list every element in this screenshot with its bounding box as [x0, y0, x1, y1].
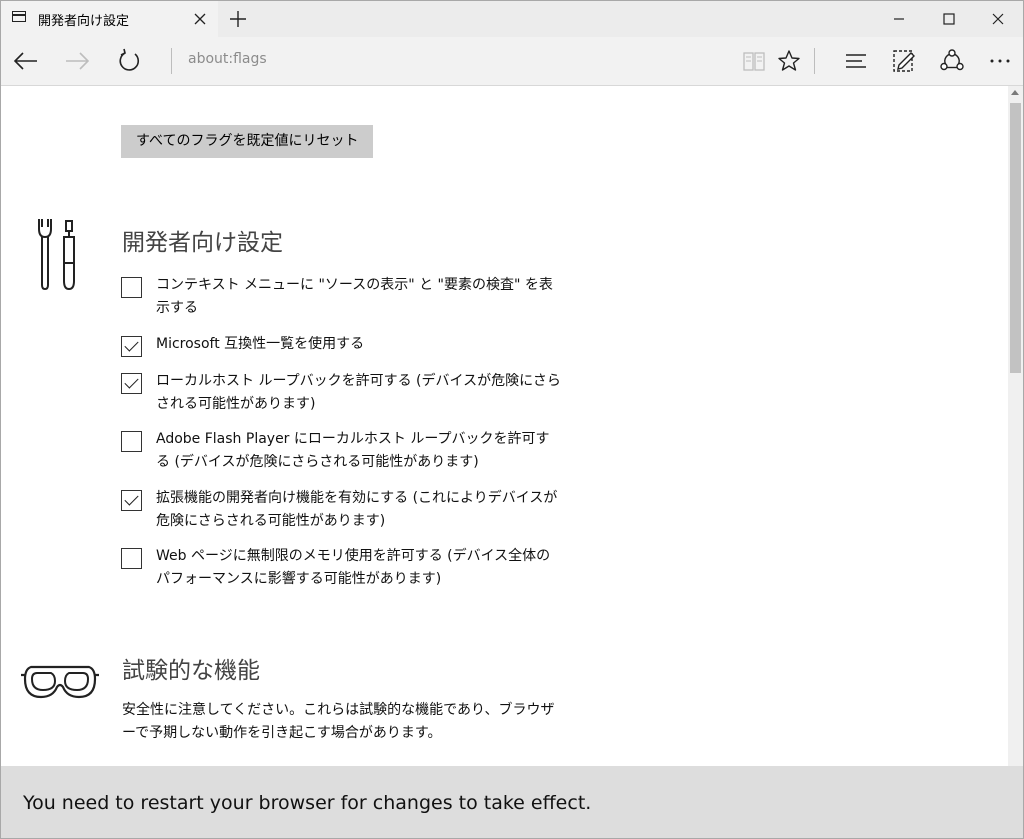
address-bar[interactable]: about:flags: [188, 51, 267, 67]
flag-label: コンテキスト メニューに "ソースの表示" と "要素の検査" を表示する: [156, 277, 553, 316]
tab-active[interactable]: 開発者向け設定: [1, 1, 218, 37]
navigation-bar: about:flags: [1, 37, 1023, 86]
reset-flags-button[interactable]: すべてのフラグを既定値にリセット: [121, 125, 374, 158]
arrow-right-icon[interactable]: [54, 37, 100, 85]
pen-icon[interactable]: [881, 37, 927, 85]
page-icon: [12, 11, 26, 22]
flag-checkbox[interactable]: [121, 431, 142, 452]
flag-checkbox[interactable]: [121, 373, 142, 394]
developer-settings-title: 開発者向け設定: [122, 230, 283, 256]
flag-checkbox[interactable]: [121, 336, 142, 357]
flag-label: Web ページに無制限のメモリ使用を許可する (デバイス全体のパフォーマンスに影…: [156, 548, 551, 587]
experimental-features-title: 試験的な機能: [122, 658, 260, 684]
star-icon[interactable]: [766, 37, 812, 85]
experimental-description: 安全性に注意してください。これらは試験的な機能であり、ブラウザーで予期しない動作…: [122, 702, 555, 741]
flag-label: Microsoft 互換性一覧を使用する: [156, 336, 365, 352]
maximize-icon[interactable]: [924, 1, 974, 37]
restart-notification: You need to restart your browser for cha…: [1, 766, 1023, 838]
goggles-icon: [21, 659, 99, 703]
toolbar-separator: [814, 48, 815, 74]
arrow-left-icon[interactable]: [3, 37, 49, 85]
scroll-up-arrow-icon[interactable]: [1011, 90, 1019, 95]
flag-checkbox[interactable]: [121, 490, 142, 511]
flag-label: ローカルホスト ループバックを許可する (デバイスが危険にさらされる可能性があり…: [156, 373, 561, 412]
minimize-icon[interactable]: [874, 1, 924, 37]
hub-icon[interactable]: [833, 37, 879, 85]
flag-label: Adobe Flash Player にローカルホスト ループバックを許可する …: [156, 431, 550, 470]
page-content: すべてのフラグを既定値にリセット 開発者向け設定 コンテキスト メニューに "ソ…: [1, 86, 1008, 766]
refresh-icon[interactable]: [107, 37, 153, 85]
vertical-scrollbar[interactable]: [1008, 86, 1023, 766]
tab-close-icon[interactable]: [190, 9, 210, 29]
address-separator: [171, 48, 172, 74]
tab-title: 開発者向け設定: [38, 14, 130, 29]
more-icon[interactable]: [977, 37, 1023, 85]
tab-strip: 開発者向け設定: [1, 1, 1023, 37]
close-icon[interactable]: [973, 1, 1023, 37]
restart-message: You need to restart your browser for cha…: [23, 792, 592, 814]
plus-icon[interactable]: [227, 8, 249, 30]
scroll-thumb[interactable]: [1010, 103, 1021, 373]
share-icon[interactable]: [929, 37, 975, 85]
browser-window: 開発者向け設定 about:flags すべてのフラグを既定値にリセット 開発者…: [0, 0, 1024, 839]
tools-icon: [31, 213, 83, 293]
flag-label: 拡張機能の開発者向け機能を有効にする (これによりデバイスが危険にさらされる可能…: [156, 490, 558, 529]
flag-checkbox[interactable]: [121, 277, 142, 298]
flag-checkbox[interactable]: [121, 548, 142, 569]
